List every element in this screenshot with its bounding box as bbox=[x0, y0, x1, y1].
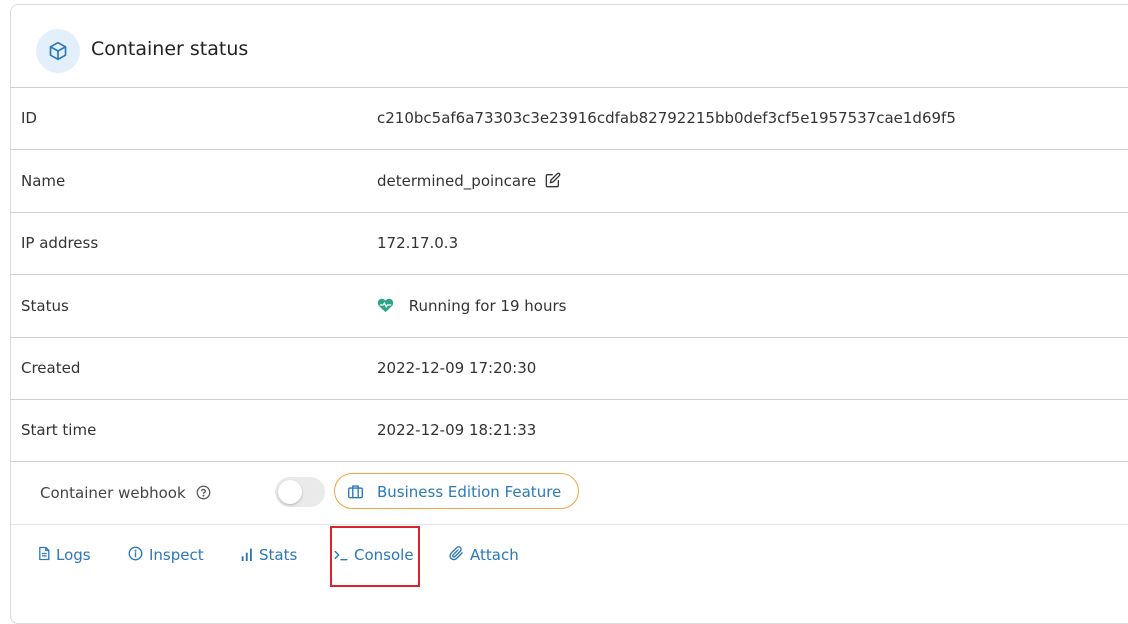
cube-icon bbox=[49, 41, 67, 61]
briefcase-icon bbox=[348, 485, 363, 499]
console-highlight-box bbox=[330, 526, 420, 587]
ip-value: 172.17.0.3 bbox=[377, 234, 459, 252]
status-value: Running for 19 hours bbox=[408, 297, 567, 315]
panel-header: Container status bbox=[11, 5, 1128, 88]
webhook-row: Container webhook Business Edition Featu… bbox=[11, 462, 1128, 525]
webhook-label-wrap: Container webhook bbox=[40, 484, 211, 502]
start-time-label: Start time bbox=[21, 421, 97, 439]
attach-link[interactable]: Attach bbox=[449, 546, 519, 564]
actions-row: Logs Inspect Stats Console Attach bbox=[11, 525, 1128, 587]
info-circle-icon bbox=[128, 546, 143, 561]
status-label: Status bbox=[21, 297, 69, 315]
panel-title: Container status bbox=[91, 38, 249, 60]
heartbeat-icon bbox=[377, 298, 394, 313]
toggle-knob bbox=[278, 480, 302, 504]
ip-label: IP address bbox=[21, 234, 99, 252]
container-status-panel: Container status ID c210bc5af6a73303c3e2… bbox=[10, 4, 1128, 624]
id-label: ID bbox=[21, 109, 37, 127]
detail-row-status: Status Running for 19 hours bbox=[11, 275, 1128, 338]
business-edition-badge[interactable]: Business Edition Feature bbox=[334, 473, 579, 509]
name-label: Name bbox=[21, 172, 66, 190]
business-edition-label: Business Edition Feature bbox=[377, 483, 562, 501]
detail-row-name: Name determined_poincare bbox=[11, 150, 1128, 213]
header-icon-circle bbox=[36, 29, 80, 73]
attach-label: Attach bbox=[470, 546, 519, 564]
logs-link[interactable]: Logs bbox=[38, 546, 91, 564]
inspect-label: Inspect bbox=[149, 546, 204, 564]
detail-row-created: Created 2022-12-09 17:20:30 bbox=[11, 337, 1128, 400]
webhook-toggle[interactable] bbox=[275, 477, 325, 507]
name-value-wrap: determined_poincare bbox=[377, 172, 561, 190]
detail-row-ip: IP address 172.17.0.3 bbox=[11, 212, 1128, 275]
detail-row-id: ID c210bc5af6a73303c3e23916cdfab82792215… bbox=[11, 87, 1128, 150]
detail-row-start-time: Start time 2022-12-09 18:21:33 bbox=[11, 399, 1128, 462]
help-circle-icon[interactable] bbox=[196, 485, 211, 500]
stats-label: Stats bbox=[259, 546, 298, 564]
created-value: 2022-12-09 17:20:30 bbox=[377, 359, 537, 377]
bar-chart-icon bbox=[241, 548, 252, 561]
logs-label: Logs bbox=[56, 546, 91, 564]
inspect-link[interactable]: Inspect bbox=[128, 546, 204, 564]
stats-link[interactable]: Stats bbox=[241, 546, 297, 564]
name-value: determined_poincare bbox=[377, 172, 537, 190]
created-label: Created bbox=[21, 359, 81, 377]
edit-icon[interactable] bbox=[545, 172, 561, 188]
id-value: c210bc5af6a73303c3e23916cdfab82792215bb0… bbox=[377, 109, 956, 127]
webhook-label: Container webhook bbox=[40, 484, 186, 502]
start-time-value: 2022-12-09 18:21:33 bbox=[377, 421, 537, 439]
paperclip-icon bbox=[449, 546, 463, 561]
file-text-icon bbox=[39, 546, 50, 561]
status-value-wrap: Running for 19 hours bbox=[377, 297, 566, 315]
